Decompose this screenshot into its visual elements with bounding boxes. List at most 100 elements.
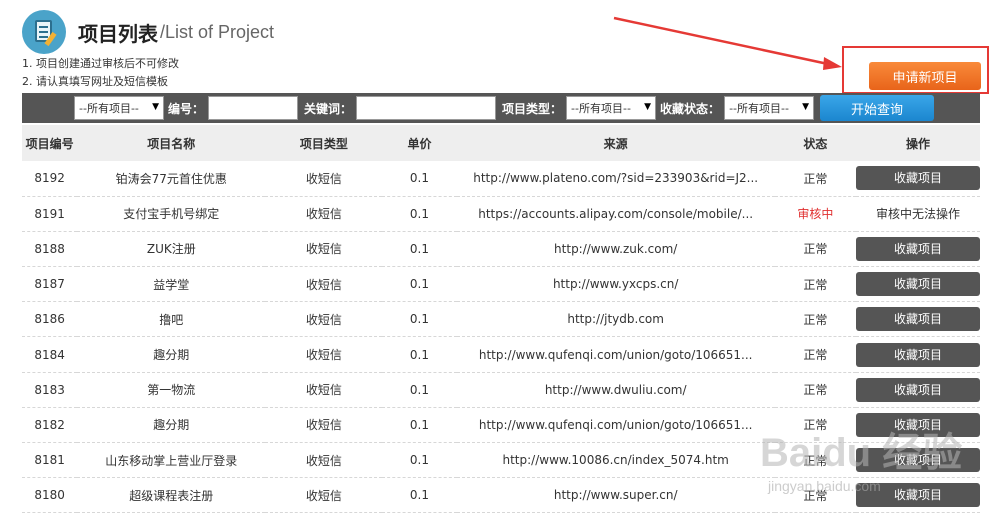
- fav-status-label: 收藏状态：: [660, 101, 721, 116]
- table-row: 8183 第一物流 收短信 0.1 http://www.dwuliu.com/…: [22, 372, 980, 408]
- project-price: 0.1: [409, 382, 430, 397]
- project-price: 0.1: [409, 417, 430, 432]
- table-row: 8186 撸吧 收短信 0.1 http://jtydb.com 正常 收藏项目: [22, 302, 980, 337]
- favorite-button[interactable]: 收藏项目: [855, 412, 980, 437]
- project-status: 正常: [803, 312, 828, 327]
- table-row: 8191 支付宝手机号绑定 收短信 0.1 https://accounts.a…: [22, 196, 980, 232]
- project-status: 正常: [803, 418, 828, 433]
- project-name: 超级课程表注册: [129, 488, 214, 503]
- action-text: 审核中无法操作: [875, 207, 960, 222]
- favorite-button[interactable]: 收藏项目: [855, 377, 980, 402]
- project-name: 山东移动掌上营业厅登录: [105, 453, 238, 468]
- project-status: 正常: [803, 277, 828, 292]
- favorite-button[interactable]: 收藏项目: [855, 483, 980, 508]
- project-type: 收短信: [305, 348, 342, 363]
- project-type: 收短信: [305, 242, 342, 257]
- project-source: http://www.qufenqi.com/union/goto/106651…: [478, 347, 753, 362]
- project-id: 8182: [34, 417, 65, 432]
- project-status: 正常: [803, 383, 828, 398]
- project-status: 正常: [803, 171, 828, 186]
- table-header-row: 项目编号 项目名称 项目类型 单价 来源 状态 操作: [22, 125, 980, 161]
- project-name: 趣分期: [153, 348, 190, 363]
- project-id: 8192: [34, 171, 65, 186]
- project-id: 8180: [34, 488, 65, 503]
- page-title: 项目列表: [78, 21, 158, 46]
- project-id: 8191: [34, 206, 65, 221]
- favorite-button[interactable]: 收藏项目: [855, 342, 980, 367]
- id-input[interactable]: [208, 96, 299, 120]
- table-row: 8181 山东移动掌上营业厅登录 收短信 0.1 http://www.1008…: [22, 443, 980, 478]
- project-name: 益学堂: [153, 277, 190, 292]
- project-price: 0.1: [409, 206, 430, 221]
- project-list-icon: [22, 10, 66, 54]
- project-source: http://www.plateno.com/?sid=233903&rid=J…: [473, 171, 759, 186]
- project-status: 审核中: [797, 207, 834, 222]
- project-status: 正常: [803, 242, 828, 257]
- project-source: https://accounts.alipay.com/console/mobi…: [478, 206, 754, 221]
- type-label: 项目类型：: [502, 101, 563, 116]
- table-row: 8180 超级课程表注册 收短信 0.1 http://www.super.cn…: [22, 478, 980, 513]
- column-header: 项目编号: [25, 136, 74, 151]
- project-name: 支付宝手机号绑定: [123, 207, 220, 222]
- table-row: 8192 铂涛会77元首住优惠 收短信 0.1 http://www.plate…: [22, 161, 980, 197]
- project-name: ZUK注册: [146, 242, 196, 257]
- apply-new-project-button[interactable]: 申请新项目: [869, 62, 981, 90]
- page-subtitle: /List of Project: [160, 21, 275, 42]
- project-id: 8186: [34, 312, 65, 327]
- project-type: 收短信: [305, 277, 342, 292]
- project-status: 正常: [803, 453, 828, 468]
- project-id: 8184: [34, 347, 65, 362]
- favorite-button[interactable]: 收藏项目: [855, 236, 980, 261]
- notes: 1. 项目创建通过审核后不可修改 2. 请认真填写网址及短信模板: [22, 55, 179, 91]
- project-status: 正常: [803, 348, 828, 363]
- project-source: http://www.super.cn/: [553, 488, 678, 503]
- favorite-button[interactable]: 收藏项目: [855, 272, 980, 297]
- fav-status-select[interactable]: --所有项目-- ▼: [724, 96, 815, 120]
- project-type: 收短信: [305, 488, 342, 503]
- page-header: 项目列表 /List of Project: [22, 10, 274, 54]
- project-name: 趣分期: [153, 418, 190, 433]
- project-source: http://www.zuk.com/: [554, 241, 678, 256]
- project-price: 0.1: [409, 171, 430, 186]
- project-source: http://www.yxcps.cn/: [552, 277, 679, 292]
- keyword-label: 关键词：: [304, 101, 353, 116]
- favorite-button[interactable]: 收藏项目: [855, 307, 980, 332]
- project-source: http://www.dwuliu.com/: [544, 382, 687, 397]
- project-type: 收短信: [305, 207, 342, 222]
- project-price: 0.1: [409, 488, 430, 503]
- project-id: 8183: [34, 382, 65, 397]
- column-header: 状态: [803, 136, 828, 151]
- table-row: 8184 趣分期 收短信 0.1 http://www.qufenqi.com/…: [22, 337, 980, 373]
- project-status: 正常: [803, 488, 828, 503]
- search-button[interactable]: 开始查询: [820, 95, 935, 121]
- project-price: 0.1: [409, 347, 430, 362]
- project-type: 收短信: [305, 383, 342, 398]
- chevron-down-icon: ▼: [644, 102, 652, 112]
- project-id: 8188: [34, 241, 65, 256]
- note-item: 2. 请认真填写网址及短信模板: [22, 75, 168, 88]
- column-header: 项目名称: [147, 136, 196, 151]
- project-source: http://www.qufenqi.com/union/goto/106651…: [478, 417, 753, 432]
- project-source: http://jtydb.com: [567, 312, 664, 327]
- project-type: 收短信: [305, 171, 342, 186]
- favorite-button[interactable]: 收藏项目: [855, 166, 980, 191]
- id-label: 编号：: [168, 101, 205, 116]
- column-header: 单价: [407, 136, 432, 151]
- project-type: 收短信: [305, 453, 342, 468]
- project-name: 铂涛会77元首住优惠: [115, 171, 227, 186]
- project-price: 0.1: [409, 241, 430, 256]
- chevron-down-icon: ▼: [802, 102, 810, 112]
- project-price: 0.1: [409, 453, 430, 468]
- project-price: 0.1: [409, 312, 430, 327]
- favorite-button[interactable]: 收藏项目: [855, 448, 980, 473]
- filter-bar: --所有项目-- ▼ 编号： 关键词： 项目类型： --所有项目-- ▼ 收藏状…: [22, 93, 980, 123]
- project-source: http://www.10086.cn/index_5074.htm: [502, 453, 729, 468]
- note-item: 1. 项目创建通过审核后不可修改: [22, 57, 179, 70]
- type-select[interactable]: --所有项目-- ▼: [566, 96, 657, 120]
- project-type: 收短信: [305, 418, 342, 433]
- project-type: 收短信: [305, 312, 342, 327]
- project-name: 第一物流: [147, 383, 196, 398]
- column-header: 来源: [603, 136, 628, 151]
- keyword-input[interactable]: [356, 96, 497, 120]
- category-select[interactable]: --所有项目-- ▼: [74, 96, 164, 120]
